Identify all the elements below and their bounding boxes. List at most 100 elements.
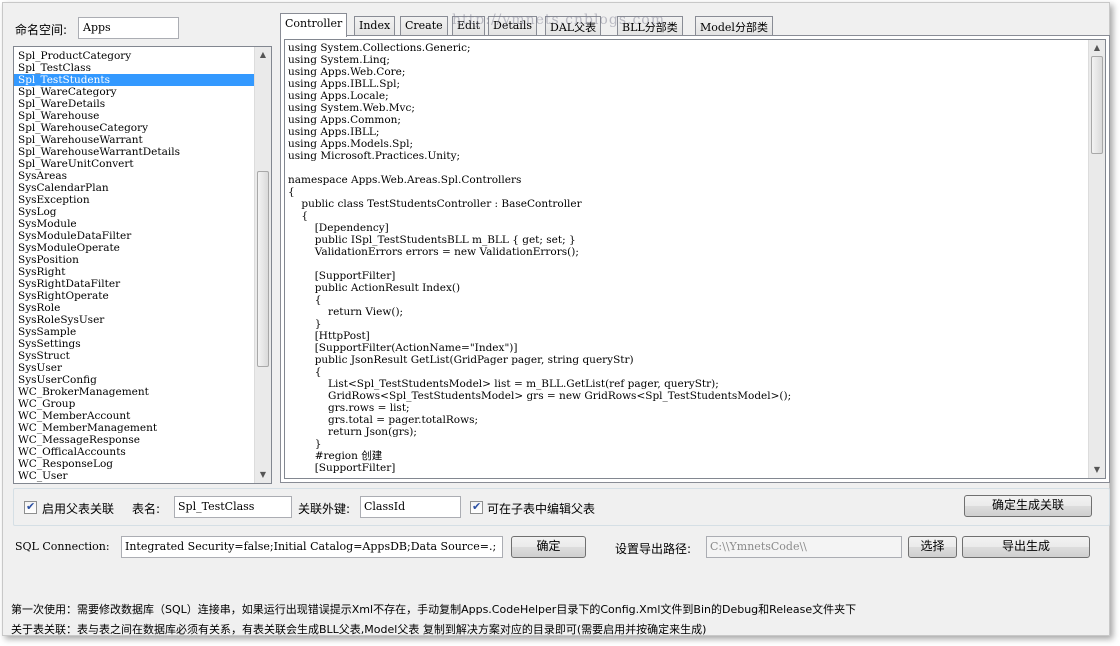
scrollbar-thumb[interactable] — [1091, 56, 1103, 154]
enable-relation-label: 启用父表关联 — [42, 502, 115, 516]
table-list-scrollbar[interactable]: ▲ ▼ — [254, 47, 271, 483]
tab-create[interactable]: Create — [400, 16, 448, 36]
code-line: using Apps.Common; — [288, 114, 401, 126]
table-list-item[interactable]: WC_OfficalAccounts — [14, 446, 254, 458]
table-list[interactable]: Spl_ProductCategory Spl_TestClass Spl_Test… — [13, 46, 272, 484]
table-list-item[interactable]: SysModuleDataFilter — [14, 230, 254, 242]
export-path-input[interactable]: C:\\YmnetsCode\\ — [706, 536, 902, 558]
table-list-item[interactable]: SysUser — [14, 362, 254, 374]
table-list-item[interactable]: SysAreas — [14, 170, 254, 182]
code-line: using Apps.Locale; — [288, 90, 389, 102]
tab-model-partial[interactable]: Model分部类 — [695, 16, 773, 36]
table-list-item[interactable]: Spl_TestStudents — [14, 74, 254, 86]
scrollbar-thumb[interactable] — [257, 171, 269, 367]
table-list-item[interactable]: WC_User — [14, 470, 254, 482]
code-line: using System.Linq; — [288, 54, 390, 66]
scroll-down-arrow-icon[interactable]: ▼ — [1089, 462, 1105, 478]
code-line: List<Spl_TestStudentsModel> list = m_BLL… — [288, 378, 719, 390]
sql-connection-input[interactable]: Integrated Security=false;Initial Catalo… — [121, 536, 503, 558]
confirm-relation-button[interactable]: 确定生成关联 — [964, 495, 1092, 517]
code-line: { — [288, 210, 309, 222]
table-list-item[interactable]: SysException — [14, 194, 254, 206]
table-list-item[interactable]: Spl_Warehouse — [14, 110, 254, 122]
table-list-item[interactable]: WC_MemberAccount — [14, 410, 254, 422]
table-list-item[interactable]: SysCalendarPlan — [14, 182, 254, 194]
table-list-item[interactable]: SysRoleSysUser — [14, 314, 254, 326]
code-line: public JsonResult GetList(GridPager page… — [288, 354, 634, 366]
table-list-item[interactable]: Spl_WareCategory — [14, 86, 254, 98]
code-helper-window: 命名空间: Apps Spl_ProductCategory Spl_TestCl… — [2, 2, 1110, 636]
namespace-input[interactable]: Apps — [78, 17, 179, 39]
foreign-key-label: 关联外键: — [298, 502, 351, 516]
code-line: using Apps.IBLL; — [288, 126, 380, 138]
table-list-item[interactable]: SysRightOperate — [14, 290, 254, 302]
code-line: public ISpl_TestStudentsBLL m_BLL { get;… — [288, 234, 576, 246]
table-list-item[interactable]: SysRightDataFilter — [14, 278, 254, 290]
code-line: using System.Web.Mvc; — [288, 102, 415, 114]
code-line: [SupportFilter] — [288, 462, 396, 474]
code-editor[interactable]: using System.Collections.Generic; using S… — [284, 39, 1106, 479]
scroll-up-arrow-icon[interactable]: ▲ — [1089, 40, 1105, 56]
foreign-key-input[interactable]: ClassId — [360, 496, 461, 518]
table-list-item[interactable]: WC_ResponseLog — [14, 458, 254, 470]
export-path-label: 设置导出路径: — [615, 542, 692, 556]
table-list-item[interactable]: WC_BrokerManagement — [14, 386, 254, 398]
code-line: using Apps.IBLL.Spl; — [288, 78, 401, 90]
table-list-item[interactable]: Spl_WarehouseWarrant — [14, 134, 254, 146]
code-line: [Dependency] — [288, 222, 389, 234]
table-list-item[interactable]: Spl_WarehouseCategory — [14, 122, 254, 134]
edit-parent-checkbox[interactable] — [470, 500, 483, 514]
table-list-item[interactable]: SysStruct — [14, 350, 254, 362]
code-line: using Apps.Web.Core; — [288, 66, 406, 78]
table-list-item[interactable]: SysRight — [14, 266, 254, 278]
edit-parent-label: 可在子表中编辑父表 — [487, 502, 596, 516]
table-list-item[interactable]: WC_MemberManagement — [14, 422, 254, 434]
table-list-item[interactable]: WC_MessageResponse — [14, 434, 254, 446]
scroll-up-arrow-icon[interactable]: ▲ — [255, 47, 271, 63]
enable-relation-checkbox[interactable] — [24, 500, 37, 514]
code-line: [SupportFilter(ActionName="Index")] — [288, 342, 518, 354]
controller-tab-panel: using System.Collections.Generic; using S… — [280, 35, 1110, 483]
code-line: { — [288, 366, 322, 378]
table-list-item[interactable]: SysModuleOperate — [14, 242, 254, 254]
choose-path-button[interactable]: 选择 — [908, 536, 957, 558]
code-line: using System.Collections.Generic; — [288, 42, 471, 54]
table-list-item[interactable]: WC_Group — [14, 398, 254, 410]
first-use-note: 第一次使用：需要修改数据库（SQL）连接串，如果运行出现错误提示Xml不存在，手… — [11, 603, 857, 616]
table-list-item[interactable]: SysPosition — [14, 254, 254, 266]
code-line: return View(); — [288, 306, 404, 318]
table-list-item[interactable]: SysSettings — [14, 338, 254, 350]
export-generate-button[interactable]: 导出生成 — [962, 536, 1090, 558]
code-line: ValidationErrors errors = new Validation… — [288, 246, 579, 258]
table-list-items: Spl_ProductCategory Spl_TestClass Spl_Test… — [14, 50, 254, 482]
tab-index[interactable]: Index — [354, 16, 396, 36]
namespace-label: 命名空间: — [15, 23, 68, 37]
code-text: using System.Collections.Generic; using S… — [288, 42, 1087, 474]
table-list-item[interactable]: Spl_TestClass — [14, 62, 254, 74]
table-list-item[interactable]: SysSample — [14, 326, 254, 338]
table-list-item[interactable]: Spl_WareDetails — [14, 98, 254, 110]
table-list-item[interactable]: SysRole — [14, 302, 254, 314]
code-line: namespace Apps.Web.Areas.Spl.Controllers — [288, 174, 522, 186]
scroll-down-arrow-icon[interactable]: ▼ — [255, 467, 271, 483]
table-list-item[interactable]: SysLog — [14, 206, 254, 218]
code-scrollbar[interactable]: ▲ ▼ — [1088, 40, 1105, 478]
table-list-item[interactable]: Spl_ProductCategory — [14, 50, 254, 62]
parent-table-input[interactable]: Spl_TestClass — [174, 496, 292, 518]
code-line: { — [288, 186, 295, 198]
table-list-item[interactable]: Spl_WarehouseWarrantDetails — [14, 146, 254, 158]
code-line: grs.rows = list; — [288, 402, 410, 414]
table-list-item[interactable]: SysModule — [14, 218, 254, 230]
relation-note: 关于表关联：表与表之间在数据库必须有关系，有表关联会生成BLL父表,Model父… — [11, 623, 707, 636]
table-list-item[interactable]: SysUserConfig — [14, 374, 254, 386]
tab-controller[interactable]: Controller — [280, 13, 348, 37]
code-line: return Json(grs); — [288, 426, 417, 438]
sql-connection-label: SQL Connection: — [15, 540, 110, 553]
code-line: { — [288, 294, 322, 306]
sql-ok-button[interactable]: 确定 — [511, 536, 586, 558]
relation-group: 启用父表关联 表名: Spl_TestClass 关联外键: ClassId 可… — [13, 488, 1110, 526]
table-list-item[interactable]: Spl_WareUnitConvert — [14, 158, 254, 170]
editor-tabs: Controller Index Create Edit Details DAL… — [280, 13, 1110, 37]
